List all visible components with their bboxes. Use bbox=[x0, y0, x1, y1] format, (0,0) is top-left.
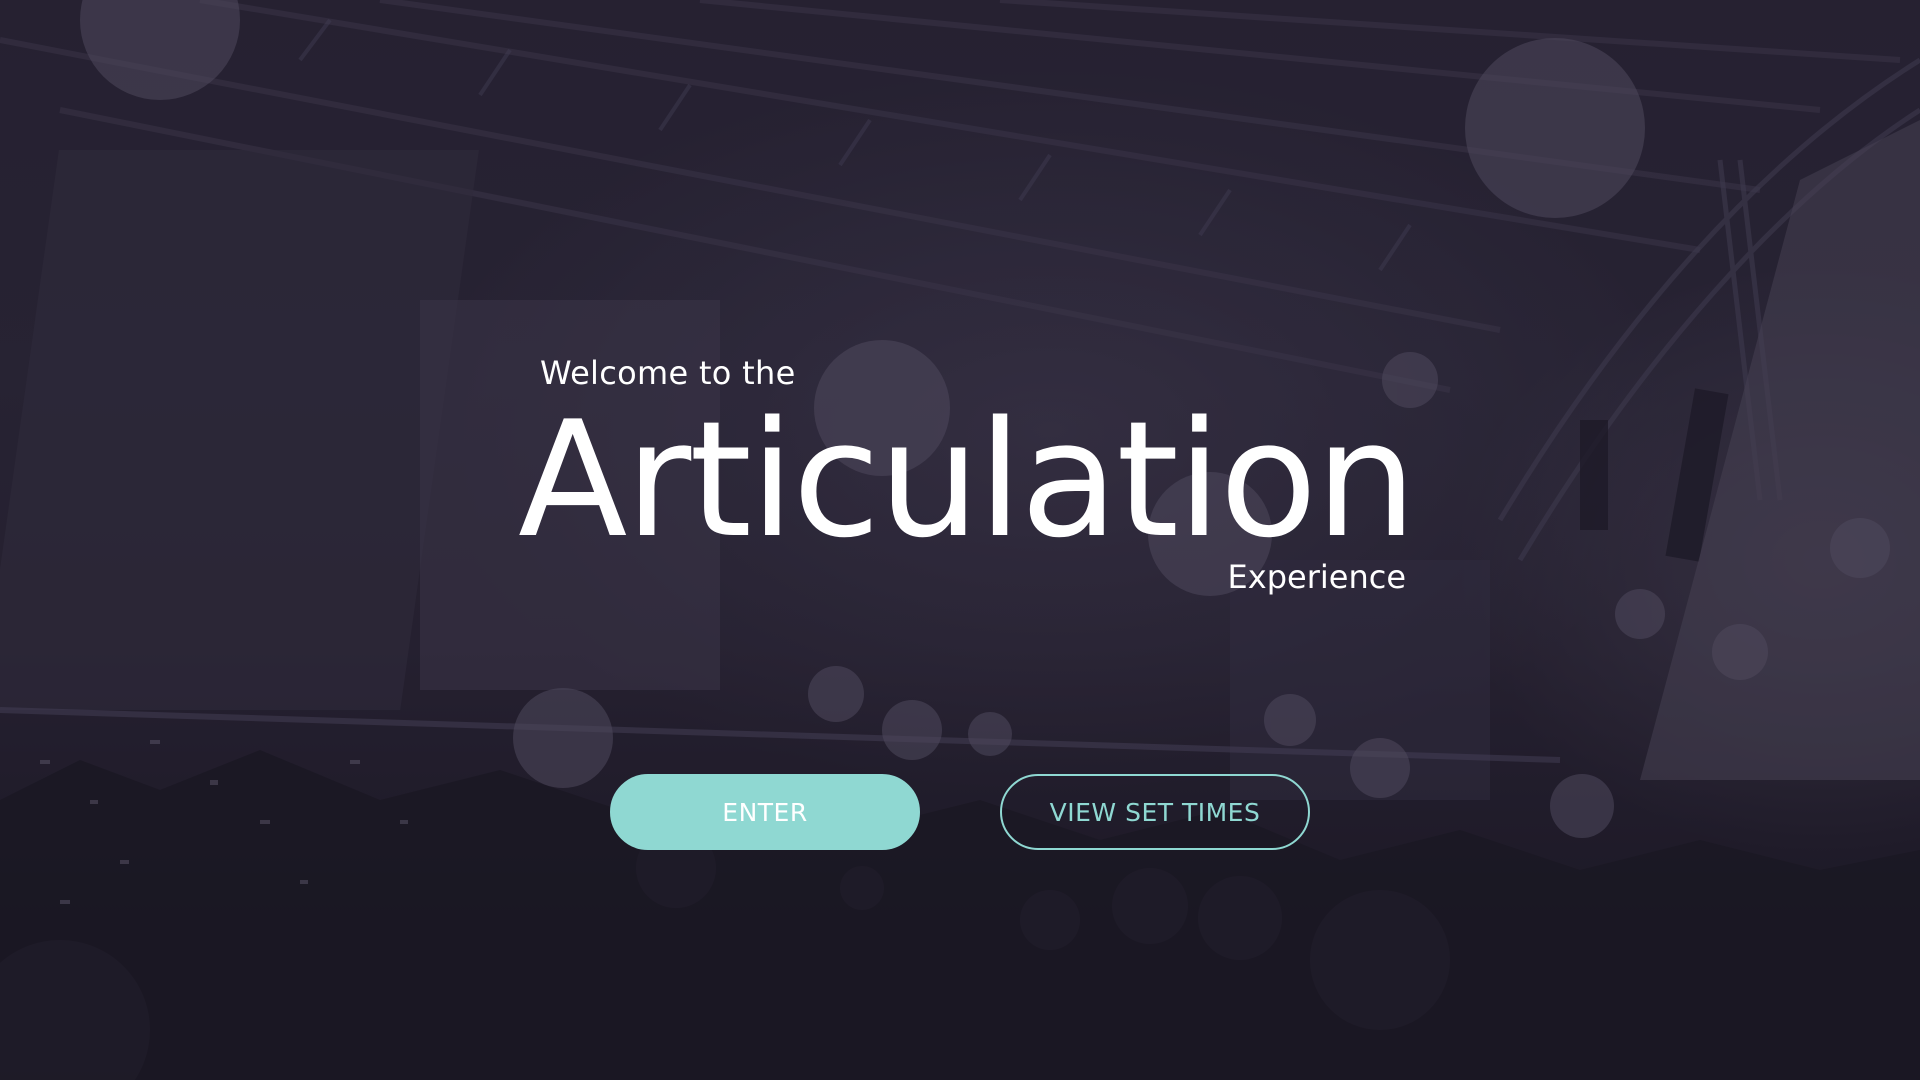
page-title: Articulation bbox=[518, 386, 1417, 573]
view-set-times-button[interactable]: VIEW SET TIMES bbox=[1000, 774, 1310, 850]
enter-button[interactable]: ENTER bbox=[610, 774, 920, 850]
subtitle-text: Experience bbox=[1227, 558, 1406, 596]
